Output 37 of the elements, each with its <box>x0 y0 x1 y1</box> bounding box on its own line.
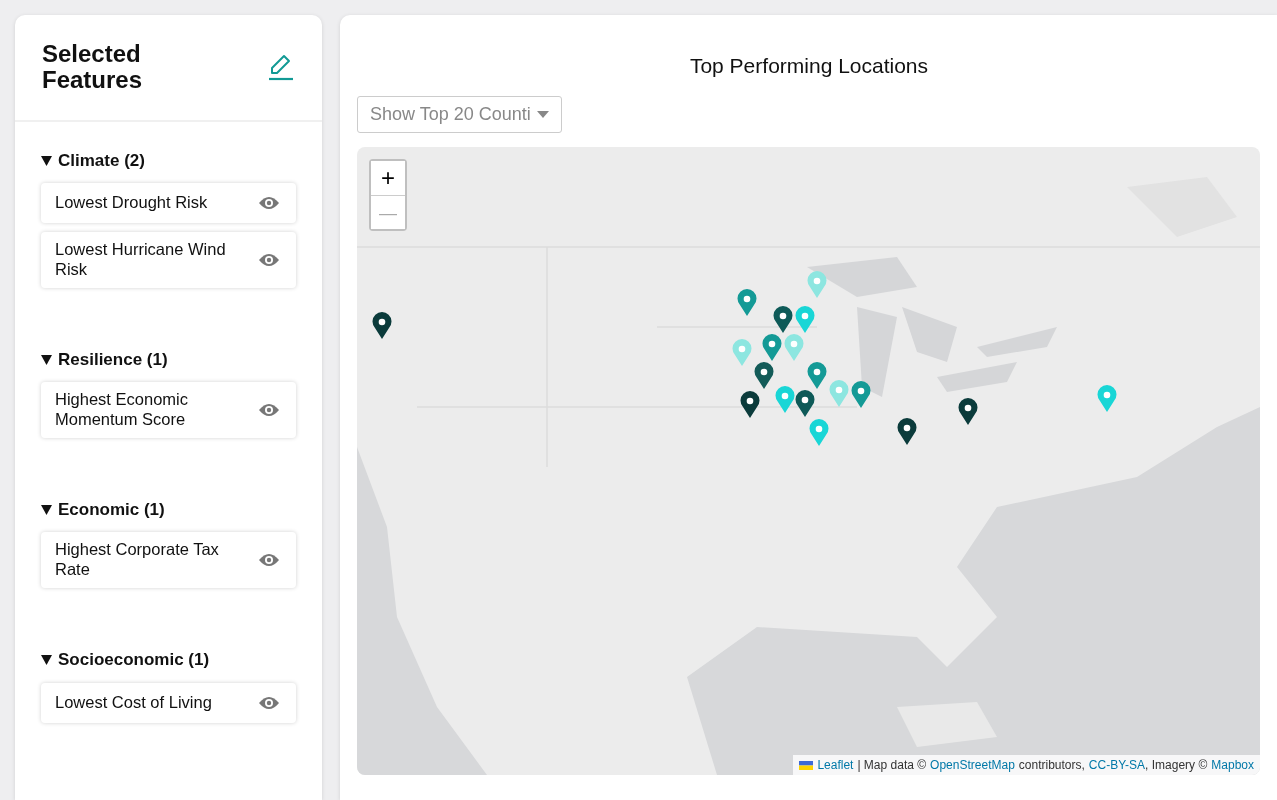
top-count-dropdown[interactable]: Show Top 20 Counti <box>357 96 562 134</box>
map-pin-icon[interactable] <box>958 398 978 426</box>
feature-label: Lowest Drought Risk <box>55 193 208 214</box>
group-label[interactable]: Economic (1) <box>58 496 165 523</box>
map-pin-icon[interactable] <box>795 390 815 418</box>
map-pin-icon[interactable] <box>754 362 774 390</box>
map-pin-icon[interactable] <box>897 418 917 446</box>
map-pin-icon[interactable] <box>372 312 392 340</box>
attribution-text: | Map data © <box>857 757 927 775</box>
caret-icon[interactable] <box>41 504 52 515</box>
caret-icon[interactable] <box>41 155 52 166</box>
caret-icon[interactable] <box>41 354 52 365</box>
caret-icon[interactable] <box>41 654 52 665</box>
eye-icon[interactable] <box>258 403 280 418</box>
sidebar-title: Selected Features <box>42 41 144 94</box>
leaflet-link[interactable]: Leaflet <box>817 756 854 775</box>
map-pin-icon[interactable] <box>740 391 760 419</box>
eye-icon[interactable] <box>258 695 280 710</box>
eye-icon[interactable] <box>258 553 280 568</box>
feature-label: Lowest Cost of Living <box>55 692 212 713</box>
caret-icon <box>536 111 549 119</box>
feature-label: Highest Corporate Tax Rate <box>55 540 220 581</box>
feature-label: Lowest Hurricane Wind Risk <box>55 240 227 280</box>
openstreetmap-link[interactable]: OpenStreetMap <box>930 756 1015 775</box>
attribution-text: contributors, <box>1018 757 1085 775</box>
group-label[interactable]: Climate (2) <box>58 147 145 174</box>
pencil-icon[interactable] <box>268 53 294 82</box>
attribution-text: , Imagery © <box>1145 757 1208 775</box>
eye-icon[interactable] <box>258 196 280 211</box>
group-label[interactable]: Socioeconomic (1) <box>58 647 210 673</box>
eye-icon[interactable] <box>258 253 280 268</box>
flag-icon <box>799 760 814 770</box>
feature-label: Highest Economic Momentum Score <box>55 390 189 430</box>
group-label[interactable]: Resilience (1) <box>58 346 168 373</box>
map-pin-icon[interactable] <box>773 306 793 334</box>
mapbox-link[interactable]: Mapbox <box>1211 756 1254 775</box>
panel-title: Top Performing Locations <box>688 53 930 79</box>
